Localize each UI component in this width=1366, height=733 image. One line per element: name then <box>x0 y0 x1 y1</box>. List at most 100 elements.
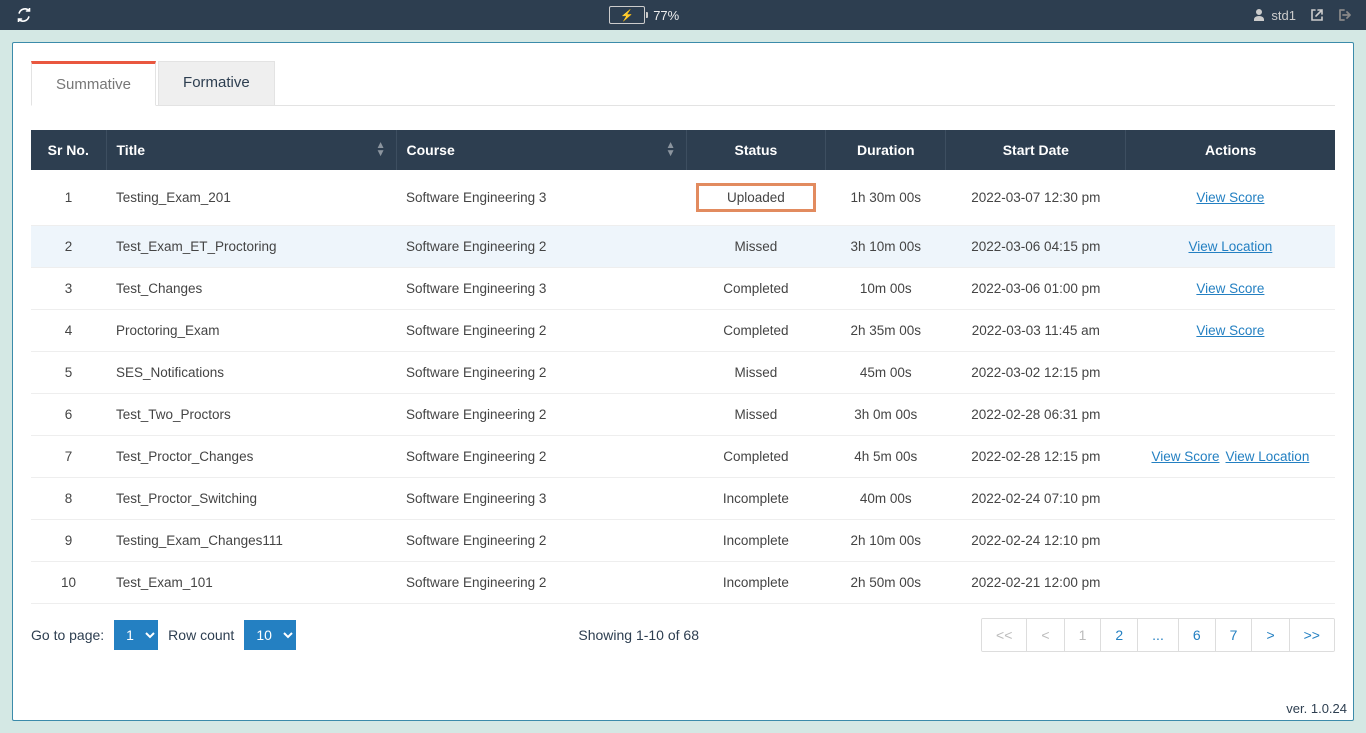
cell-title: Test_Changes <box>106 268 396 310</box>
cell-actions: View Score View Location <box>1126 436 1335 478</box>
pager-button: 1 <box>1065 619 1102 651</box>
rowcount-select[interactable]: 10 <box>244 620 296 650</box>
user-menu[interactable]: std1 <box>1252 8 1296 23</box>
cell-sr: 1 <box>31 170 106 226</box>
tab-formative[interactable]: Formative <box>158 61 275 105</box>
pager-button[interactable]: >> <box>1290 619 1334 651</box>
cell-actions <box>1126 478 1335 520</box>
action-link[interactable]: View Location <box>1188 239 1272 254</box>
cell-start: 2022-02-28 12:15 pm <box>946 436 1126 478</box>
pager-button[interactable]: ... <box>1138 619 1179 651</box>
external-link-icon[interactable] <box>1310 8 1324 22</box>
topbar: ⚡ 77% std1 <box>0 0 1366 30</box>
showing-text: Showing 1-10 of 68 <box>578 627 699 643</box>
table-footer: Go to page: 1 Row count 10 Showing 1-10 … <box>31 618 1335 712</box>
table-row: 3Test_ChangesSoftware Engineering 3Compl… <box>31 268 1335 310</box>
cell-title: Test_Exam_101 <box>106 562 396 604</box>
pager-button[interactable]: > <box>1252 619 1289 651</box>
cell-actions <box>1126 352 1335 394</box>
cell-course: Software Engineering 3 <box>396 170 686 226</box>
col-course[interactable]: Course▲▼ <box>396 130 686 170</box>
cell-start: 2022-03-02 12:15 pm <box>946 352 1126 394</box>
cell-status: Completed <box>686 310 826 352</box>
cell-sr: 8 <box>31 478 106 520</box>
action-link[interactable]: View Score <box>1151 449 1219 464</box>
table-row: 8Test_Proctor_SwitchingSoftware Engineer… <box>31 478 1335 520</box>
pager: <<<12...67>>> <box>981 618 1335 652</box>
pager-button: < <box>1027 619 1064 651</box>
col-status: Status <box>686 130 826 170</box>
cell-course: Software Engineering 2 <box>396 310 686 352</box>
table-row: 10Test_Exam_101Software Engineering 2Inc… <box>31 562 1335 604</box>
cell-sr: 9 <box>31 520 106 562</box>
tab-summative[interactable]: Summative <box>31 61 156 106</box>
pager-button[interactable]: 2 <box>1101 619 1138 651</box>
col-srno: Sr No. <box>31 130 106 170</box>
cell-start: 2022-03-06 01:00 pm <box>946 268 1126 310</box>
cell-status: Incomplete <box>686 562 826 604</box>
action-link[interactable]: View Score <box>1196 323 1264 338</box>
rowcount-label: Row count <box>168 627 234 643</box>
cell-status: Completed <box>686 268 826 310</box>
goto-page-select[interactable]: 1 <box>114 620 158 650</box>
cell-start: 2022-02-24 12:10 pm <box>946 520 1126 562</box>
table-row: 7Test_Proctor_ChangesSoftware Engineerin… <box>31 436 1335 478</box>
cell-start: 2022-02-28 06:31 pm <box>946 394 1126 436</box>
col-actions: Actions <box>1126 130 1335 170</box>
cell-course: Software Engineering 2 <box>396 352 686 394</box>
cell-title: SES_Notifications <box>106 352 396 394</box>
sort-icon: ▲▼ <box>666 142 676 158</box>
pager-button: << <box>982 619 1027 651</box>
cell-sr: 3 <box>31 268 106 310</box>
cell-duration: 1h 30m 00s <box>826 170 946 226</box>
cell-title: Testing_Exam_Changes111 <box>106 520 396 562</box>
cell-actions: View Location <box>1126 226 1335 268</box>
cell-course: Software Engineering 2 <box>396 562 686 604</box>
table-row: 5SES_NotificationsSoftware Engineering 2… <box>31 352 1335 394</box>
action-link[interactable]: View Score <box>1196 190 1264 205</box>
table-row: 9Testing_Exam_Changes111Software Enginee… <box>31 520 1335 562</box>
cell-sr: 6 <box>31 394 106 436</box>
col-title[interactable]: Title▲▼ <box>106 130 396 170</box>
cell-duration: 3h 10m 00s <box>826 226 946 268</box>
cell-title: Proctoring_Exam <box>106 310 396 352</box>
cell-actions: View Score <box>1126 310 1335 352</box>
logout-icon[interactable] <box>1338 8 1354 22</box>
cell-course: Software Engineering 2 <box>396 394 686 436</box>
goto-label: Go to page: <box>31 627 104 643</box>
refresh-icon[interactable] <box>12 4 36 26</box>
cell-status: Missed <box>686 226 826 268</box>
pager-button[interactable]: 6 <box>1179 619 1216 651</box>
table-row: 6Test_Two_ProctorsSoftware Engineering 2… <box>31 394 1335 436</box>
cell-title: Test_Two_Proctors <box>106 394 396 436</box>
cell-duration: 2h 35m 00s <box>826 310 946 352</box>
cell-actions <box>1126 520 1335 562</box>
sort-icon: ▲▼ <box>376 142 386 158</box>
table-row: 2Test_Exam_ET_ProctoringSoftware Enginee… <box>31 226 1335 268</box>
exam-table: Sr No. Title▲▼ Course▲▼ Status Duration … <box>31 130 1335 604</box>
cell-actions <box>1126 562 1335 604</box>
cell-sr: 7 <box>31 436 106 478</box>
cell-duration: 3h 0m 00s <box>826 394 946 436</box>
cell-status: Incomplete <box>686 478 826 520</box>
cell-actions <box>1126 394 1335 436</box>
status-badge: Uploaded <box>696 183 816 212</box>
cell-duration: 2h 10m 00s <box>826 520 946 562</box>
cell-start: 2022-02-21 12:00 pm <box>946 562 1126 604</box>
cell-course: Software Engineering 2 <box>396 436 686 478</box>
cell-duration: 45m 00s <box>826 352 946 394</box>
cell-start: 2022-03-07 12:30 pm <box>946 170 1126 226</box>
table-row: 1Testing_Exam_201Software Engineering 3U… <box>31 170 1335 226</box>
main-card: Summative Formative Sr No. Title▲▼ Cours… <box>12 42 1354 721</box>
cell-course: Software Engineering 2 <box>396 520 686 562</box>
cell-duration: 4h 5m 00s <box>826 436 946 478</box>
cell-duration: 10m 00s <box>826 268 946 310</box>
action-link[interactable]: View Score <box>1196 281 1264 296</box>
pager-button[interactable]: 7 <box>1216 619 1253 651</box>
cell-duration: 40m 00s <box>826 478 946 520</box>
col-start: Start Date <box>946 130 1126 170</box>
cell-sr: 5 <box>31 352 106 394</box>
action-link[interactable]: View Location <box>1226 449 1310 464</box>
cell-status: Missed <box>686 352 826 394</box>
cell-title: Test_Proctor_Changes <box>106 436 396 478</box>
